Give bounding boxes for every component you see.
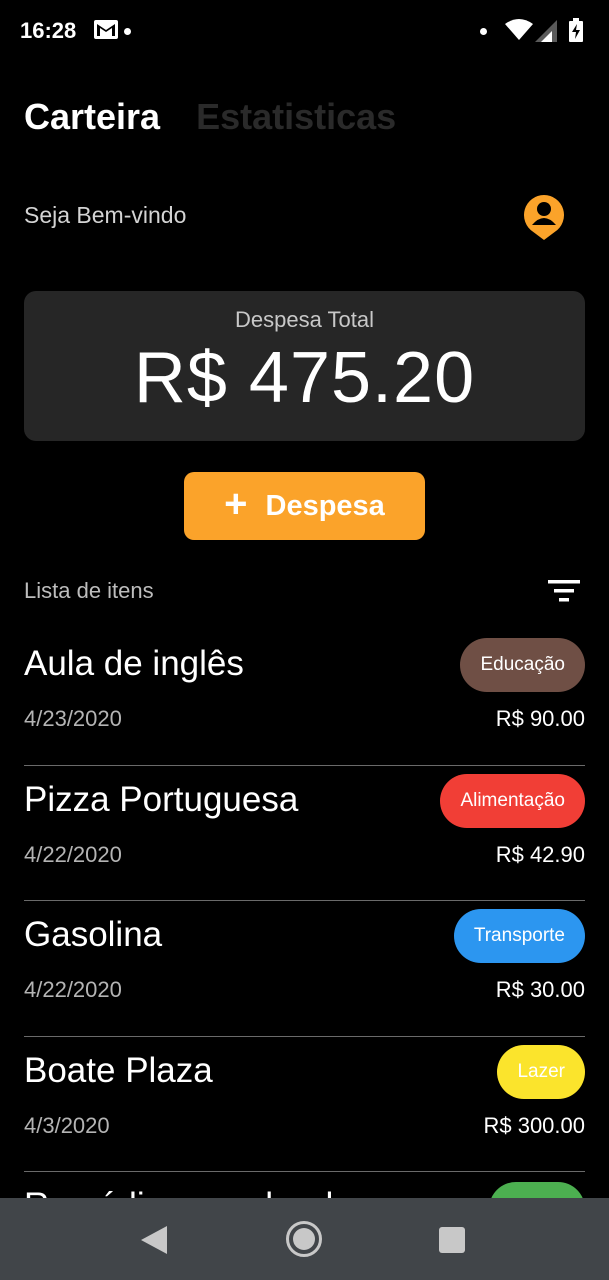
item-amount: R$ 300.00 — [483, 1112, 585, 1138]
status-time: 16:28 — [20, 18, 77, 43]
total-expense-card: Despesa Total R$ 475.20 — [24, 291, 585, 441]
tab-bar: Carteira Estatisticas — [24, 96, 396, 138]
item-name: Boate Plaza — [24, 1050, 213, 1090]
item-date: 4/3/2020 — [24, 1112, 110, 1138]
list-item[interactable]: Remédio para dor de — [24, 1172, 585, 1198]
category-badge: Alimentação — [440, 773, 585, 828]
welcome-text: Seja Bem-vindo — [24, 202, 187, 228]
item-name: Gasolina — [24, 915, 163, 954]
item-date: 4/23/2020 — [24, 706, 122, 731]
add-expense-label: Despesa — [265, 489, 385, 522]
wifi-icon — [505, 19, 533, 40]
recent-apps-icon[interactable] — [439, 1227, 465, 1253]
item-date: 4/22/2020 — [24, 841, 122, 867]
item-amount: R$ 90.00 — [495, 706, 585, 731]
list-item[interactable]: Aula de inglês Educação 4/23/2020 R$ 90.… — [24, 630, 585, 766]
category-badge: Lazer — [497, 1044, 585, 1099]
user-pin-icon[interactable] — [522, 193, 566, 241]
notification-dot — [124, 28, 131, 35]
item-name: Remédio para dor de — [24, 1186, 353, 1198]
gmail-icon — [94, 20, 118, 39]
category-badge: Educação — [460, 638, 585, 692]
list-item[interactable]: Boate Plaza Lazer 4/3/2020 R$ 300.00 — [24, 1037, 585, 1172]
total-expense-value: R$ 475.20 — [133, 338, 476, 418]
item-amount: R$ 30.00 — [495, 977, 585, 1002]
back-icon[interactable] — [141, 1226, 167, 1254]
filter-icon[interactable] — [548, 578, 580, 604]
item-amount: R$ 42.90 — [495, 841, 585, 867]
home-icon[interactable] — [285, 1220, 323, 1258]
item-name: Aula de inglês — [24, 644, 244, 683]
list-title: Lista de itens — [24, 578, 154, 603]
category-badge: Transporte — [453, 909, 585, 963]
list-item[interactable]: Pizza Portuguesa Alimentação 4/22/2020 R… — [24, 766, 585, 901]
add-expense-button[interactable]: + Despesa — [184, 472, 425, 540]
item-date: 4/22/2020 — [24, 977, 122, 1002]
notification-dot — [480, 28, 487, 35]
status-bar: 16:28 — [0, 0, 609, 62]
item-name: Pizza Portuguesa — [24, 779, 299, 819]
list-item[interactable]: Gasolina Transporte 4/22/2020 R$ 30.00 — [24, 901, 585, 1037]
signal-icon — [535, 20, 557, 42]
expense-list: Aula de inglês Educação 4/23/2020 R$ 90.… — [24, 630, 585, 1198]
category-badge — [489, 1182, 585, 1198]
total-expense-label: Despesa Total — [234, 307, 374, 332]
tab-carteira[interactable]: Carteira — [24, 96, 160, 138]
tab-estatisticas[interactable]: Estatisticas — [196, 96, 396, 138]
plus-icon: + — [224, 482, 248, 526]
battery-icon — [569, 18, 583, 42]
navigation-bar — [0, 1198, 609, 1280]
